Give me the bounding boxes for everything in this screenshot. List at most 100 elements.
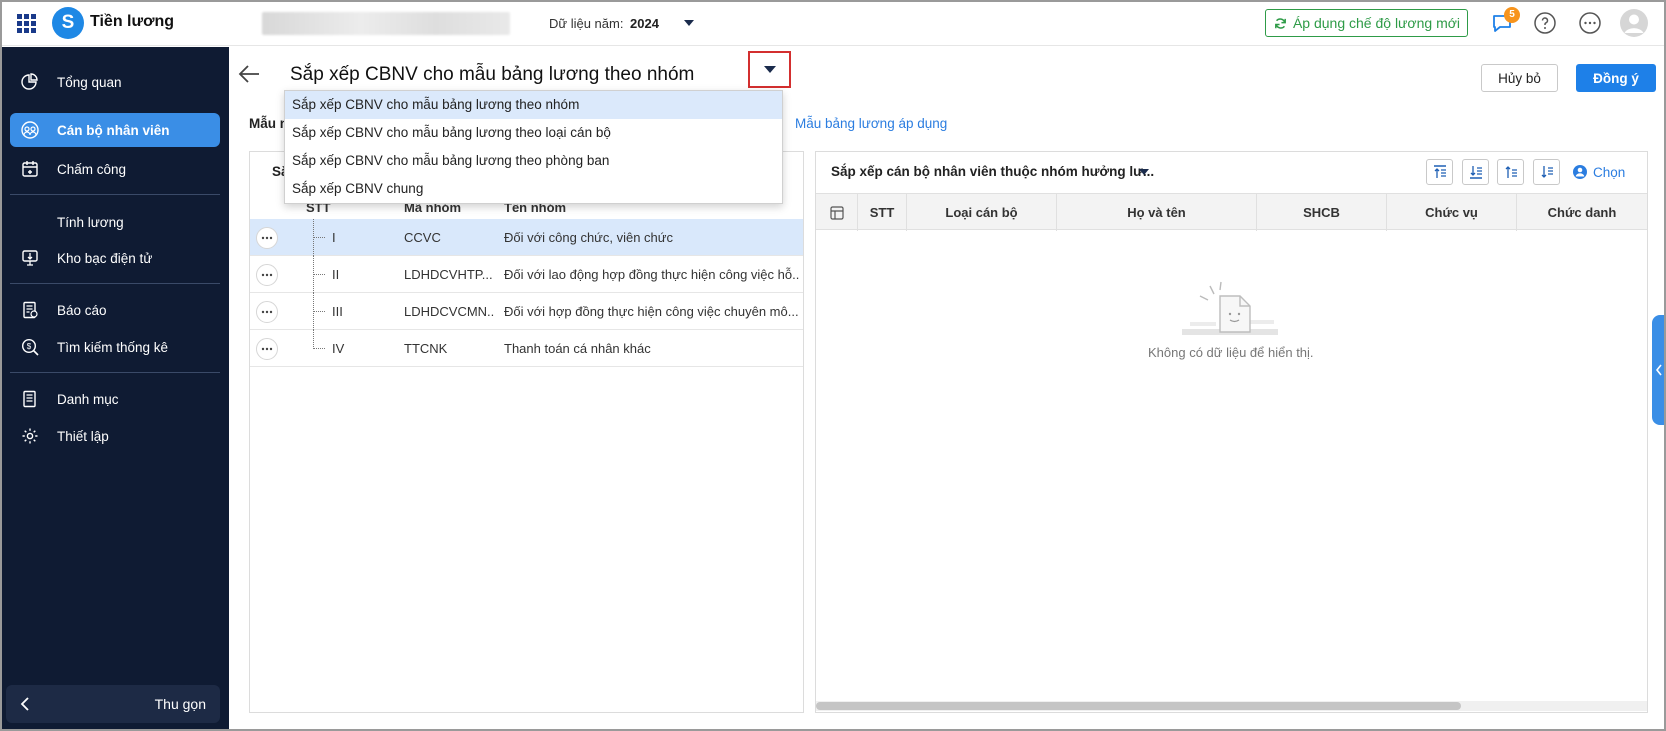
page-title: Sắp xếp CBNV cho mẫu bảng lương theo nhó…: [290, 64, 695, 85]
column-header-title: Chức danh: [1547, 205, 1617, 220]
chevron-left-icon: [1655, 364, 1662, 376]
sidebar-item-label: Tính lương: [57, 214, 124, 230]
apply-new-salary-label: Áp dụng chế độ lương mới: [1292, 15, 1461, 31]
sidebar: Tổng quan Cán bộ nhân viên Chấm công Tín…: [2, 47, 229, 729]
ok-button[interactable]: Đồng ý: [1576, 64, 1656, 92]
row-actions-icon[interactable]: [256, 227, 278, 249]
cancel-button[interactable]: Hủy bỏ: [1481, 64, 1558, 92]
dropdown-option-general[interactable]: Sắp xếp CBNV chung: [285, 175, 782, 203]
chevron-left-icon: [20, 697, 29, 711]
move-bottom-icon[interactable]: [1462, 159, 1489, 185]
chevron-down-icon[interactable]: [1139, 169, 1149, 175]
column-header-shcb: SHCB: [1257, 194, 1387, 231]
gear-icon: [20, 426, 40, 446]
column-header-position: Chức vụ: [1387, 194, 1517, 231]
staff-panel-title: Sắp xếp cán bộ nhân viên thuộc nhóm hưởn…: [831, 164, 1155, 179]
horizontal-scrollbar[interactable]: [816, 701, 1647, 711]
report-icon: [20, 300, 40, 320]
row-stt: II: [332, 267, 340, 282]
users-icon: [20, 120, 40, 140]
user-avatar-icon[interactable]: [1619, 8, 1649, 38]
sort-mode-dropdown-menu: Sắp xếp CBNV cho mẫu bảng lương theo nhó…: [284, 90, 783, 204]
sidebar-item-label: Kho bạc điện tử: [57, 250, 153, 266]
top-bar: S Tiền lương Dữ liệu năm: 2024 Áp dụng c…: [0, 0, 1666, 46]
tree-line: [313, 311, 325, 312]
row-stt: III: [332, 304, 343, 319]
staff-table-header: STT Loại cán bộ Họ và tên SHCB Chức vụ C…: [816, 193, 1647, 231]
sidebar-item-overview[interactable]: Tổng quan: [10, 65, 220, 99]
column-header-staff-type: Loại cán bộ: [907, 194, 1057, 231]
tree-line: [313, 348, 325, 349]
sidebar-item-label: Thiết lập: [57, 428, 109, 444]
row-group-code: LDHDCVCMN...: [404, 304, 494, 319]
apply-new-salary-button[interactable]: Áp dụng chế độ lương mới: [1265, 9, 1468, 37]
pie-chart-icon: [20, 72, 40, 92]
chevron-down-icon: [763, 66, 776, 73]
app-title: Tiền lương: [90, 13, 174, 30]
back-arrow-icon[interactable]: [238, 64, 260, 84]
row-group-name: Thanh toán cá nhân khác: [504, 341, 651, 356]
sidebar-item-statistics-search[interactable]: $ Tìm kiếm thống kê: [10, 330, 220, 364]
move-down-icon[interactable]: [1533, 159, 1560, 185]
sidebar-item-label: Cán bộ nhân viên: [57, 122, 170, 138]
app-logo: S: [52, 7, 84, 39]
row-stt: I: [332, 230, 336, 245]
row-group-code: LDHDCVHTP...: [404, 267, 493, 282]
year-label: Dữ liệu năm:: [549, 16, 624, 31]
sidebar-divider: [10, 283, 220, 284]
empty-state-text: Không có dữ liệu để hiển thị.: [1148, 345, 1314, 360]
table-row[interactable]: II LDHDCVHTP... Đối với lao động hợp đồn…: [250, 256, 803, 293]
row-actions-icon[interactable]: [256, 264, 278, 286]
sidebar-collapse-button[interactable]: Thu gọn: [6, 685, 220, 723]
sort-mode-dropdown-toggle[interactable]: [748, 51, 791, 88]
empty-document-icon: [1182, 281, 1278, 335]
column-header-full-name: Họ và tên: [1057, 194, 1257, 231]
notification-badge: 5: [1504, 7, 1520, 23]
side-panel-toggle[interactable]: [1652, 315, 1666, 425]
applied-salary-template-link[interactable]: Mẫu bảng lương áp dụng: [795, 116, 947, 131]
row-group-name: Đối với công chức, viên chức: [504, 230, 673, 245]
sidebar-item-reports[interactable]: Báo cáo: [10, 293, 220, 327]
sidebar-item-payroll[interactable]: Tính lương: [10, 205, 220, 239]
row-group-code: TTCNK: [404, 341, 448, 356]
calculator-icon: [20, 212, 40, 232]
row-actions-icon[interactable]: [256, 301, 278, 323]
chevron-down-icon[interactable]: [684, 20, 694, 26]
organization-name-blurred: [262, 12, 510, 35]
monitor-icon: [20, 248, 40, 268]
sidebar-item-staff[interactable]: Cán bộ nhân viên: [10, 113, 220, 147]
add-user-icon: [1573, 165, 1587, 179]
select-staff-button[interactable]: Chọn: [1572, 164, 1625, 180]
search-dollar-icon: $: [20, 337, 40, 357]
move-top-icon[interactable]: [1426, 159, 1453, 185]
sidebar-item-label: Danh mục: [57, 391, 119, 407]
row-stt: IV: [332, 341, 345, 356]
sidebar-item-settings[interactable]: Thiết lập: [10, 419, 220, 453]
sidebar-item-attendance[interactable]: Chấm công: [10, 152, 220, 186]
scrollbar-thumb[interactable]: [816, 702, 1461, 710]
row-group-name: Đối với lao động hợp đồng thực hiện công…: [504, 267, 800, 282]
table-row[interactable]: III LDHDCVCMN... Đối với hợp đồng thực h…: [250, 293, 803, 330]
sidebar-item-label: Chấm công: [57, 161, 127, 177]
row-group-code: CCVC: [404, 230, 441, 245]
app-grid-icon[interactable]: [17, 14, 36, 33]
table-row[interactable]: I CCVC Đối với công chức, viên chức: [250, 219, 803, 256]
list-icon: [20, 389, 40, 409]
sidebar-item-treasury[interactable]: Kho bạc điện tử: [10, 241, 220, 275]
move-up-icon[interactable]: [1497, 159, 1524, 185]
dropdown-option-by-staff-type[interactable]: Sắp xếp CBNV cho mẫu bảng lương theo loạ…: [285, 119, 782, 147]
row-actions-icon[interactable]: [256, 338, 278, 360]
help-icon[interactable]: [1533, 11, 1557, 35]
more-options-icon[interactable]: [1578, 11, 1602, 35]
year-select[interactable]: 2024: [630, 16, 659, 31]
collapse-label: Thu gọn: [154, 696, 206, 712]
table-row[interactable]: IV TTCNK Thanh toán cá nhân khác: [250, 330, 803, 367]
dropdown-option-by-department[interactable]: Sắp xếp CBNV cho mẫu bảng lương theo phò…: [285, 147, 782, 175]
tree-line: [313, 330, 325, 349]
dropdown-option-by-group[interactable]: Sắp xếp CBNV cho mẫu bảng lương theo nhó…: [285, 91, 782, 119]
select-staff-label: Chọn: [1593, 164, 1626, 180]
staff-sort-panel: [815, 151, 1648, 713]
column-settings-icon[interactable]: [816, 194, 858, 231]
sidebar-item-catalog[interactable]: Danh mục: [10, 382, 220, 416]
refresh-icon: [1275, 17, 1286, 29]
